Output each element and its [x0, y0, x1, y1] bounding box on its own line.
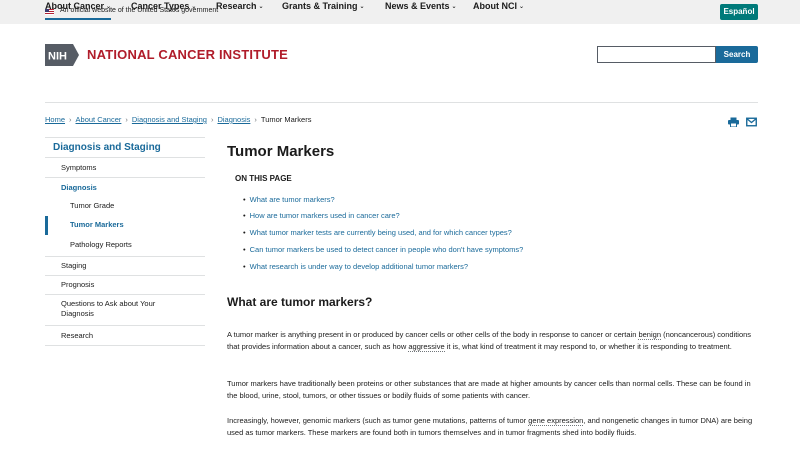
paragraph-text: A tumor marker is anything present in or…: [227, 330, 639, 339]
sidenav-item-label: Symptoms: [61, 163, 97, 172]
on-this-page-link[interactable]: What are tumor markers?: [250, 195, 335, 204]
espanol-button[interactable]: Español: [720, 4, 758, 20]
sidenav-item-label: Research: [61, 331, 94, 340]
sidenav-item-tumor-grade[interactable]: Tumor Grade: [45, 197, 205, 216]
sidenav-item-label: Pathology Reports: [70, 240, 132, 249]
nav-cancer-types[interactable]: Cancer Types ⌄: [131, 0, 196, 20]
on-this-page-link[interactable]: What research is under way to develop ad…: [250, 262, 468, 271]
page-title: Tumor Markers: [227, 143, 335, 160]
sidenav-item-symptoms[interactable]: Symptoms: [45, 157, 205, 177]
chevron-down-icon: ⌄: [191, 4, 197, 10]
breadcrumb-current: Tumor Markers: [260, 115, 312, 124]
nav-label: About NCI: [473, 1, 517, 11]
sidenav-item-label: Questions to Ask about Your Diagnosis: [61, 299, 156, 318]
nav-grants-training[interactable]: Grants & Training ⌄: [282, 0, 365, 20]
bullet-icon: •: [243, 195, 246, 204]
chevron-down-icon: ⌄: [519, 4, 525, 10]
glossary-term[interactable]: benign: [638, 330, 661, 340]
sidenav-item-staging[interactable]: Staging: [45, 256, 205, 275]
glossary-term[interactable]: aggressive: [408, 342, 445, 352]
nih-logo-icon[interactable]: NIH: [45, 44, 79, 66]
paragraph: A tumor marker is anything present in or…: [227, 329, 760, 353]
on-this-page-link[interactable]: How are tumor markers used in cancer car…: [250, 211, 400, 220]
breadcrumb: Home › About Cancer › Diagnosis and Staging ›…: [45, 115, 311, 124]
chevron-down-icon: ⌄: [106, 4, 112, 10]
bullet-icon: •: [243, 211, 246, 220]
on-this-page-link[interactable]: What tumor marker tests are currently be…: [250, 228, 512, 237]
print-icon[interactable]: [728, 114, 739, 128]
on-this-page-link[interactable]: Can tumor markers be used to detect canc…: [250, 245, 524, 254]
sidenav-item-prognosis[interactable]: Prognosis: [45, 275, 205, 294]
site-name[interactable]: NATIONAL CANCER INSTITUTE: [87, 47, 288, 62]
sidenav-item-questions[interactable]: Questions to Ask about Your Diagnosis: [45, 294, 205, 325]
glossary-term[interactable]: gene expression: [528, 416, 584, 426]
chevron-right-icon: ›: [69, 115, 72, 124]
nav-research[interactable]: Research ⌄: [216, 0, 264, 20]
search-button[interactable]: Search: [716, 46, 758, 63]
nav-news-events[interactable]: News & Events ⌄: [385, 0, 457, 20]
sidenav-item-label: Staging: [61, 261, 87, 270]
nav-about-nci[interactable]: About NCI ⌄: [473, 0, 524, 20]
on-this-page-item: • What are tumor markers?: [243, 195, 335, 204]
nih-logo-text: NIH: [48, 51, 67, 63]
sidenav-title[interactable]: Diagnosis and Staging: [45, 137, 205, 157]
sidenav-divider: [45, 345, 205, 346]
nav-label: Grants & Training: [282, 1, 358, 11]
on-this-page-item: • What research is under way to develop a…: [243, 262, 468, 271]
nav-divider: [45, 102, 758, 103]
breadcrumb-about-cancer[interactable]: About Cancer: [76, 115, 122, 124]
sidenav-item-label: Prognosis: [61, 280, 95, 289]
on-this-page-item: • Can tumor markers be used to detect can…: [243, 245, 523, 254]
paragraph-text: it is, what kind of treatment it may res…: [444, 342, 732, 351]
nav-about-cancer[interactable]: About Cancer ⌄: [45, 0, 112, 20]
search-input[interactable]: [597, 46, 716, 63]
paragraph-text: Increasingly, however, genomic markers (…: [227, 416, 529, 425]
sidenav-item-tumor-markers[interactable]: Tumor Markers: [45, 216, 205, 235]
nav-label: Cancer Types: [131, 1, 190, 11]
bullet-icon: •: [243, 262, 246, 271]
nav-label: Research: [216, 1, 257, 11]
chevron-right-icon: ›: [254, 115, 257, 124]
chevron-down-icon: ⌄: [451, 4, 457, 10]
chevron-right-icon: ›: [210, 115, 214, 124]
chevron-down-icon: ⌄: [359, 4, 365, 10]
breadcrumb-diagnosis-staging[interactable]: Diagnosis and Staging: [132, 115, 207, 124]
chevron-down-icon: ⌄: [258, 4, 264, 10]
paragraph: Tumor markers have traditionally been pr…: [227, 379, 751, 400]
sidenav-item-research[interactable]: Research: [45, 325, 205, 345]
on-this-page-item: • How are tumor markers used in cancer ca…: [243, 211, 400, 220]
breadcrumb-diagnosis[interactable]: Diagnosis: [217, 115, 250, 124]
bullet-icon: •: [243, 245, 246, 254]
nav-label: About Cancer: [45, 1, 105, 11]
sidenav-item-label: Tumor Grade: [70, 201, 115, 210]
sidenav-item-diagnosis[interactable]: Diagnosis: [45, 177, 205, 197]
sidenav-item-label: Tumor Markers: [70, 220, 124, 229]
sidenav-item-label: Diagnosis: [61, 183, 97, 192]
breadcrumb-home[interactable]: Home: [45, 115, 65, 124]
chevron-right-icon: ›: [125, 115, 128, 124]
nav-label: News & Events: [385, 1, 450, 11]
paragraph: Increasingly, however, genomic markers (…: [227, 415, 760, 439]
email-icon[interactable]: [746, 114, 757, 127]
on-this-page-heading: ON THIS PAGE: [235, 174, 292, 183]
on-this-page-item: • What tumor marker tests are currently b…: [243, 228, 512, 237]
section-heading: What are tumor markers?: [227, 295, 373, 309]
bullet-icon: •: [243, 228, 246, 237]
sidenav-item-pathology-reports[interactable]: Pathology Reports: [45, 235, 205, 256]
